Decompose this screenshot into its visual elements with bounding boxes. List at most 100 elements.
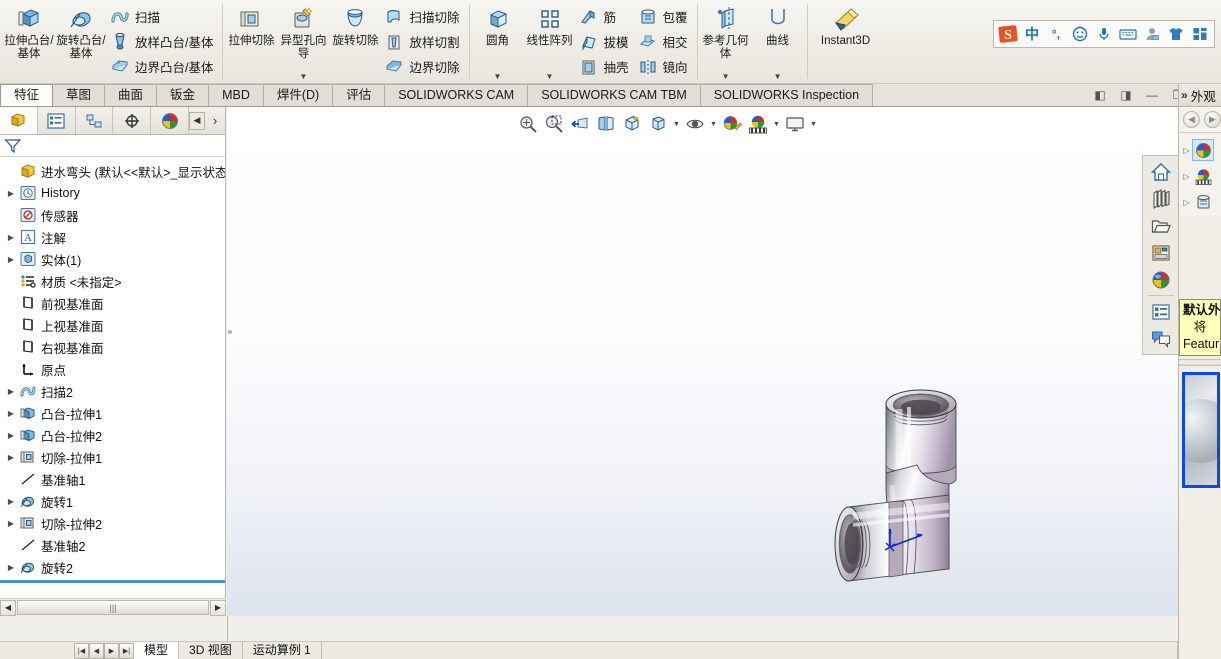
curves-button[interactable]: 曲线 ▼ [752, 0, 804, 83]
decals-row[interactable]: ▷ [1179, 189, 1221, 215]
skin-icon[interactable] [1164, 22, 1188, 46]
open-folder-button[interactable] [1147, 212, 1175, 239]
appearances-expander[interactable]: ▷ [1181, 146, 1192, 155]
tab-sheetmetal[interactable]: 钣金 [156, 84, 210, 106]
voice-input-icon[interactable] [1092, 22, 1116, 46]
tree-expander-solid-bodies[interactable]: ▶ [4, 255, 18, 264]
instant3d-button[interactable]: Instant3D [810, 0, 882, 83]
tree-item-revolve2[interactable]: ▶ 旋转2 [0, 556, 225, 578]
configuration-manager-tab[interactable] [76, 107, 114, 134]
emoji-icon[interactable] [1068, 22, 1092, 46]
tree-item-front-plane[interactable]: 前视基准面 [0, 292, 225, 314]
hole-wizard-button[interactable]: 异型孔向导 ▼ [277, 0, 329, 83]
home-button[interactable] [1147, 158, 1175, 185]
tab-solidworks-cam[interactable]: SOLIDWORKS CAM [384, 84, 529, 106]
hscroll-right-arrow[interactable]: ▶ [210, 599, 226, 616]
tree-item-axis2[interactable]: 基准轴2 [0, 534, 225, 556]
fillet-caret-icon[interactable]: ▼ [494, 73, 502, 83]
fillet-button[interactable]: 圆角 ▼ [472, 0, 524, 83]
feature-tree-filter-row[interactable] [0, 135, 225, 157]
tree-item-boss-extrude1[interactable]: ▶ 凸台-拉伸1 [0, 402, 225, 424]
reference-geometry-button[interactable]: 参考几何体 ▼ [700, 0, 752, 83]
tree-item-cut-extrude1[interactable]: ▶ 切除-拉伸1 [0, 446, 225, 468]
task-pane-header[interactable]: » 外观 [1179, 84, 1221, 107]
property-manager-tab[interactable] [38, 107, 76, 134]
tree-item-sweep2[interactable]: ▶ 扫描2 [0, 380, 225, 402]
tree-expander-history[interactable]: ▶ [4, 189, 18, 198]
first-tab-button[interactable]: |◀ [74, 642, 89, 659]
tree-expander-boss-extrude2[interactable]: ▶ [4, 431, 18, 440]
mirror-button[interactable]: 镜向 [635, 54, 694, 79]
doc-tab-model[interactable]: 模型 [134, 642, 180, 659]
sogou-ime-toolbar[interactable]: S 中 °, 15 [993, 20, 1215, 48]
punctuation-mode-icon[interactable]: °, [1044, 22, 1068, 46]
hole-wizard-caret-icon[interactable]: ▼ [300, 73, 308, 83]
tree-item-revolve1[interactable]: ▶ 旋转1 [0, 490, 225, 512]
scenes-row[interactable]: ▷ [1179, 163, 1221, 189]
draft-button[interactable]: 拔模 [576, 29, 635, 54]
decals-expander[interactable]: ▷ [1181, 198, 1192, 207]
shell-button[interactable]: 抽壳 [576, 54, 635, 79]
hscroll-thumb[interactable]: ||| [17, 600, 209, 615]
tree-item-sensors[interactable]: 传感器 [0, 204, 225, 226]
chinese-mode-icon[interactable]: 中 [1020, 22, 1044, 46]
display-manager-tab[interactable] [151, 107, 189, 134]
restore-left-button[interactable]: ◧ [1087, 85, 1113, 105]
rib-button[interactable]: 筋 [576, 4, 635, 29]
loft-boss-button[interactable]: 放样凸台/基体 [107, 29, 219, 54]
view-palette-button[interactable] [1147, 185, 1175, 212]
forum-button[interactable] [1147, 325, 1175, 352]
next-tab-button[interactable]: ▶ [104, 642, 119, 659]
tab-weldments[interactable]: 焊件(D) [262, 84, 334, 106]
tree-expander-cut-extrude1[interactable]: ▶ [4, 453, 18, 462]
back-button[interactable]: ◀ [1183, 111, 1200, 128]
tabbar-expand-chevron-icon[interactable]: › [207, 111, 223, 131]
tree-item-origin[interactable]: 原点 [0, 358, 225, 380]
revolve-cut-button[interactable]: 旋转切除 [329, 0, 381, 83]
linear-pattern-caret-icon[interactable]: ▼ [546, 73, 554, 83]
tree-item-top-plane[interactable]: 上视基准面 [0, 314, 225, 336]
feature-tree-hscrollbar[interactable]: ◀ ||| ▶ [0, 598, 226, 616]
extrude-boss-button[interactable]: 拉伸凸台/基体 [3, 0, 55, 83]
custom-properties-button[interactable] [1147, 298, 1175, 325]
user-center-icon[interactable]: 15 [1140, 22, 1164, 46]
reference-geometry-caret-icon[interactable]: ▼ [722, 73, 730, 83]
tab-sketch[interactable]: 草图 [52, 84, 106, 106]
sogou-logo-icon[interactable]: S [996, 22, 1020, 46]
tab-mbd[interactable]: MBD [208, 84, 264, 106]
sweep-button[interactable]: 扫描 [107, 4, 219, 29]
tree-item-history[interactable]: ▶ History [0, 182, 225, 204]
appearances-root-row[interactable]: ▷ [1179, 137, 1221, 163]
last-tab-button[interactable]: ▶| [119, 642, 134, 659]
linear-pattern-button[interactable]: 线性阵列 ▼ [524, 0, 576, 83]
loft-cut-button[interactable]: 放样切割 [381, 29, 465, 54]
wrap-button[interactable]: 包覆 [635, 4, 694, 29]
tree-item-cut-extrude2[interactable]: ▶ 切除-拉伸2 [0, 512, 225, 534]
appearances-button[interactable] [1147, 266, 1175, 293]
tree-item-boss-extrude2[interactable]: ▶ 凸台-拉伸2 [0, 424, 225, 446]
doc-tab-3dviews[interactable]: 3D 视图 [179, 642, 243, 659]
restore-right-button[interactable]: ◨ [1113, 85, 1139, 105]
graphics-viewport[interactable]: ▼ ▼ ▼ ▼ [227, 107, 1178, 616]
tree-item-material[interactable]: 材质 <未指定> [0, 270, 225, 292]
toolbox-icon[interactable] [1188, 22, 1212, 46]
tree-root-part[interactable]: 进水弯头 (默认<<默认>_显示状态 1 [0, 160, 225, 182]
tab-evaluate[interactable]: 评估 [332, 84, 386, 106]
soft-keyboard-icon[interactable] [1116, 22, 1140, 46]
tree-item-right-plane[interactable]: 右视基准面 [0, 336, 225, 358]
tab-solidworks-inspection[interactable]: SOLIDWORKS Inspection [699, 84, 874, 106]
prev-tab-button[interactable]: ◀ [89, 642, 104, 659]
hscroll-left-arrow[interactable]: ◀ [0, 599, 16, 616]
scenes-expander[interactable]: ▷ [1181, 172, 1192, 181]
boundary-cut-button[interactable]: 边界切除 [381, 54, 465, 79]
revolve-boss-button[interactable]: 旋转凸台/基体 [55, 0, 107, 83]
tabbar-scroll-left-button[interactable]: ◀ [189, 111, 205, 130]
task-pane-splitter[interactable] [1179, 359, 1221, 366]
tree-expander-sweep2[interactable]: ▶ [4, 387, 18, 396]
forward-button[interactable]: ▶ [1204, 111, 1221, 128]
tree-item-annotations[interactable]: ▶ A 注解 [0, 226, 225, 248]
tree-expander-annotations[interactable]: ▶ [4, 233, 18, 242]
tab-solidworks-cam-tbm[interactable]: SOLIDWORKS CAM TBM [527, 84, 701, 106]
pipe-elbow-model[interactable] [227, 107, 1178, 616]
tree-expander-cut-extrude2[interactable]: ▶ [4, 519, 18, 528]
